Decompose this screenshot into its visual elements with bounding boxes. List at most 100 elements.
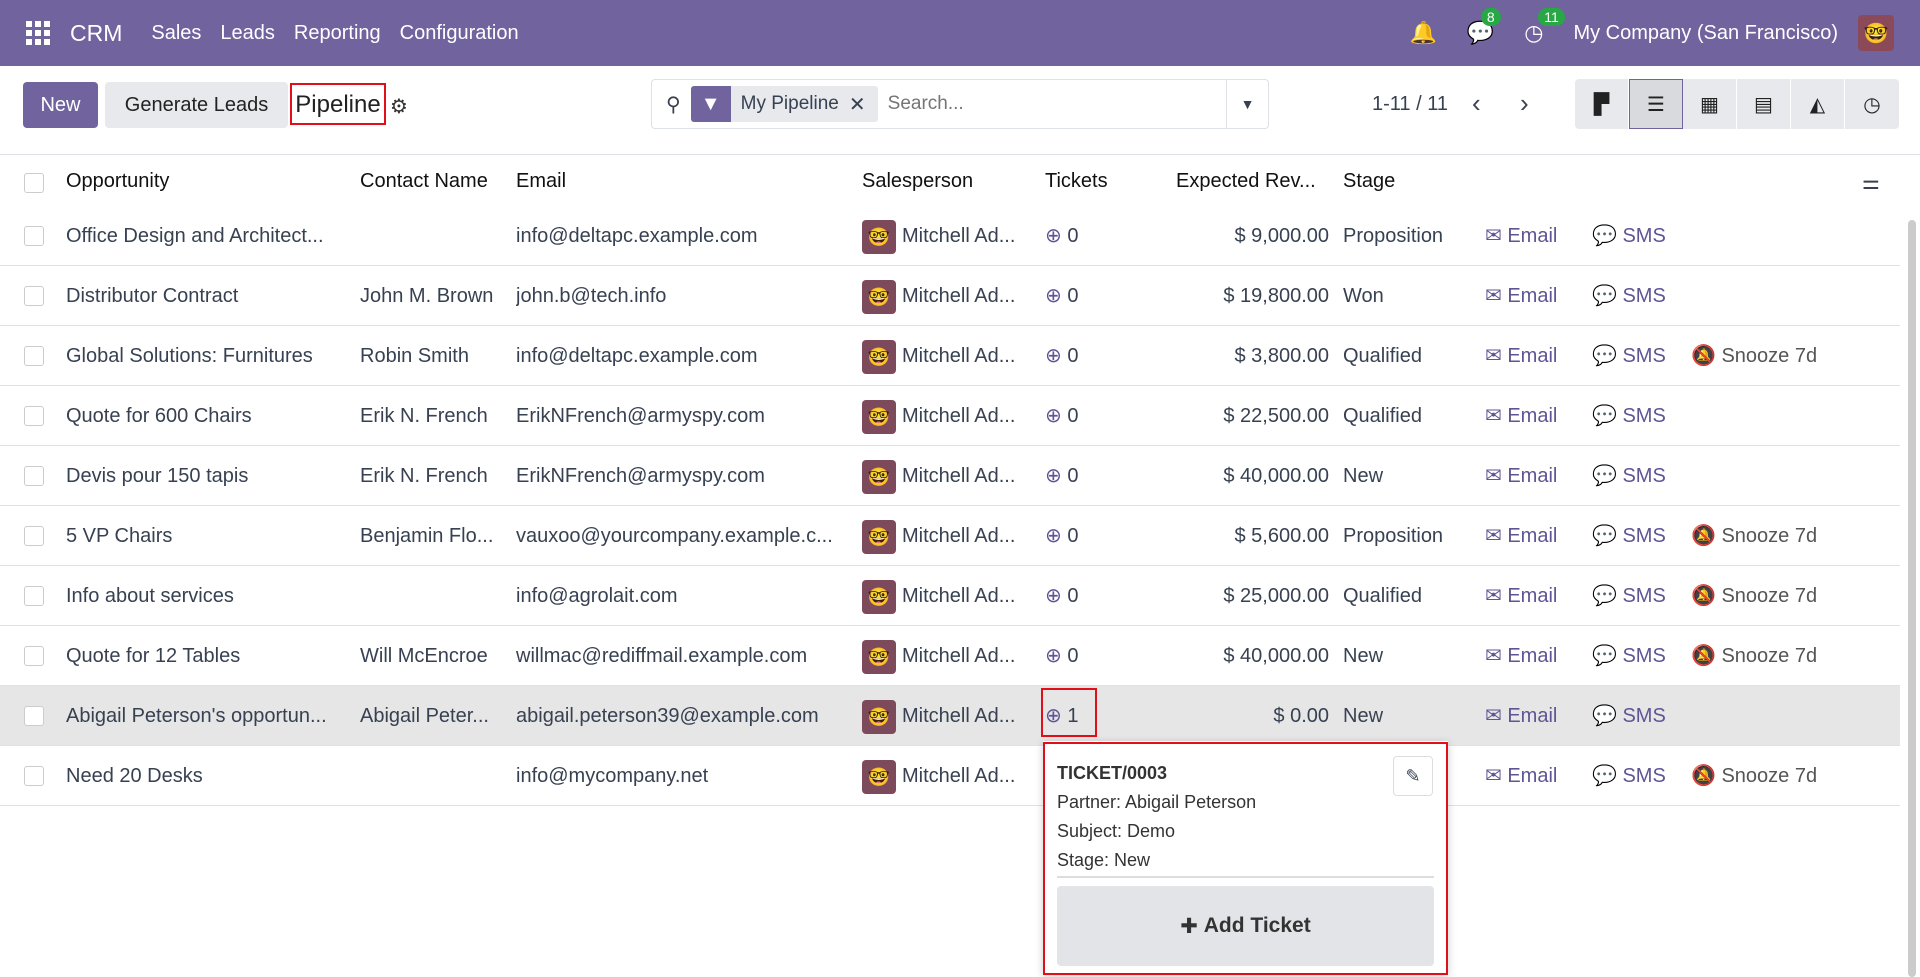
lifebuoy-icon: ⊕ (1045, 525, 1062, 547)
row-checkbox[interactable] (24, 586, 44, 606)
pager-value[interactable]: 1-11 / 11 (1372, 93, 1448, 116)
snooze-action[interactable]: 🔕 Snooze 7d (1691, 566, 1817, 626)
select-all-checkbox[interactable] (24, 173, 44, 193)
email-action[interactable]: ✉ Email (1485, 506, 1557, 566)
table-row[interactable]: Quote for 12 Tables Will McEncroe willma… (0, 626, 1900, 686)
sms-action[interactable]: 💬 SMS (1592, 626, 1666, 686)
snooze-action[interactable]: 🔕 Snooze 7d (1691, 746, 1817, 806)
sms-action[interactable]: 💬 SMS (1592, 386, 1666, 446)
tickets-cell[interactable]: ⊕ 0 (1045, 566, 1135, 626)
row-checkbox[interactable] (24, 706, 44, 726)
col-tickets[interactable]: Tickets (1045, 170, 1108, 193)
row-checkbox[interactable] (24, 406, 44, 426)
tickets-cell[interactable]: ⊕ 0 (1045, 506, 1135, 566)
table-row[interactable]: Distributor Contract John M. Brown john.… (0, 266, 1900, 326)
optional-columns-icon[interactable]: ⚌ (1862, 170, 1880, 195)
row-checkbox[interactable] (24, 466, 44, 486)
table-row[interactable]: Need 20 Desks info@mycompany.net 🤓 Mitche… (0, 746, 1900, 806)
calendar-view-icon[interactable]: ▦ (1683, 79, 1737, 129)
sms-action[interactable]: 💬 SMS (1592, 266, 1666, 326)
chat-icon: 💬 (1592, 285, 1617, 307)
opportunity-cell: Global Solutions: Furnitures (66, 345, 313, 367)
col-stage[interactable]: Stage (1343, 170, 1395, 193)
salesperson-name: Mitchell Ad... (902, 765, 1016, 787)
snooze-action[interactable]: 🔕 Snooze 7d (1691, 506, 1817, 566)
tickets-cell[interactable]: ⊕ 0 (1045, 266, 1135, 326)
sms-action[interactable]: 💬 SMS (1592, 446, 1666, 506)
activity-view-icon[interactable]: ◷ (1845, 79, 1899, 129)
sms-action[interactable]: 💬 SMS (1592, 746, 1666, 806)
email-action[interactable]: ✉ Email (1485, 446, 1557, 506)
pager-next-icon[interactable]: › (1520, 88, 1529, 119)
tickets-cell[interactable]: ⊕ 0 (1045, 326, 1135, 386)
graph-view-icon[interactable]: ◭ (1791, 79, 1845, 129)
row-checkbox[interactable] (24, 286, 44, 306)
table-row[interactable]: Global Solutions: Furnitures Robin Smith… (0, 326, 1900, 386)
chat-icon: 💬 (1592, 225, 1617, 247)
tickets-cell[interactable]: ⊕ 0 (1045, 386, 1135, 446)
row-checkbox[interactable] (24, 526, 44, 546)
email-action[interactable]: ✉ Email (1485, 386, 1557, 446)
bell-icon[interactable]: 🔔 (1409, 20, 1436, 46)
email-action[interactable]: ✉ Email (1485, 206, 1557, 266)
menu-sales[interactable]: Sales (151, 22, 201, 45)
menu-leads[interactable]: Leads (220, 22, 275, 45)
salesperson-avatar: 🤓 (862, 279, 896, 314)
gear-icon[interactable]: ⚙ (390, 94, 408, 119)
remove-facet-icon[interactable]: ✕ (849, 92, 878, 117)
company-switcher[interactable]: My Company (San Francisco) (1573, 22, 1838, 45)
col-expected-revenue[interactable]: Expected Rev... (1176, 170, 1316, 193)
user-avatar[interactable]: 🤓 (1858, 15, 1894, 51)
snooze-action[interactable]: 🔕 Snooze 7d (1691, 326, 1817, 386)
email-action[interactable]: ✉ Email (1485, 266, 1557, 326)
activity-clock-icon[interactable]: ◷ 11 (1524, 8, 1565, 46)
table-row[interactable]: Devis pour 150 tapis Erik N. French Erik… (0, 446, 1900, 506)
pager-previous-icon[interactable]: ‹ (1472, 88, 1481, 119)
pivot-view-icon[interactable]: ▤ (1737, 79, 1791, 129)
sms-action[interactable]: 💬 SMS (1592, 686, 1666, 746)
col-salesperson[interactable]: Salesperson (862, 170, 973, 193)
sms-action[interactable]: 💬 SMS (1592, 206, 1666, 266)
row-checkbox[interactable] (24, 226, 44, 246)
sms-action[interactable]: 💬 SMS (1592, 506, 1666, 566)
email-action[interactable]: ✉ Email (1485, 326, 1557, 386)
row-checkbox[interactable] (24, 646, 44, 666)
row-checkbox[interactable] (24, 346, 44, 366)
revenue-cell: $ 22,500.00 (1223, 405, 1329, 427)
sms-action[interactable]: 💬 SMS (1592, 326, 1666, 386)
menu-configuration[interactable]: Configuration (400, 22, 519, 45)
col-opportunity[interactable]: Opportunity (66, 170, 169, 193)
generate-leads-button[interactable]: Generate Leads (105, 82, 288, 128)
salesperson-name: Mitchell Ad... (902, 345, 1016, 367)
lifebuoy-icon: ⊕ (1045, 585, 1062, 607)
new-button[interactable]: New (23, 82, 98, 128)
search-options-toggle[interactable]: ▼ (1226, 80, 1268, 128)
vertical-scrollbar[interactable] (1908, 220, 1916, 977)
col-contact[interactable]: Contact Name (360, 170, 488, 193)
messages-icon[interactable]: 💬 8 (1467, 8, 1501, 46)
row-checkbox[interactable] (24, 766, 44, 786)
table-row[interactable]: Info about services info@agrolait.com 🤓 M… (0, 566, 1900, 626)
col-email[interactable]: Email (516, 170, 566, 193)
table-row[interactable]: Abigail Peterson's opportun... Abigail P… (0, 686, 1900, 746)
kanban-view-icon[interactable]: ▛ (1575, 79, 1629, 129)
email-action[interactable]: ✉ Email (1485, 686, 1557, 746)
email-action[interactable]: ✉ Email (1485, 626, 1557, 686)
app-brand[interactable]: CRM (70, 20, 122, 47)
menu-reporting[interactable]: Reporting (294, 22, 381, 45)
tickets-cell[interactable]: ⊕ 0 (1045, 206, 1135, 266)
table-row[interactable]: Quote for 600 Chairs Erik N. French Erik… (0, 386, 1900, 446)
email-action[interactable]: ✉ Email (1485, 566, 1557, 626)
search-icon[interactable]: ⚲ (666, 92, 681, 117)
tickets-cell[interactable]: ⊕ 0 (1045, 626, 1135, 686)
salesperson-cell: 🤓 Mitchell Ad... (862, 446, 1032, 506)
search-input[interactable] (887, 93, 1188, 115)
email-action[interactable]: ✉ Email (1485, 746, 1557, 806)
apps-menu-icon[interactable] (26, 21, 50, 45)
table-row[interactable]: 5 VP Chairs Benjamin Flo... vauxoo@yourc… (0, 506, 1900, 566)
tickets-cell[interactable]: ⊕ 0 (1045, 446, 1135, 506)
snooze-action[interactable]: 🔕 Snooze 7d (1691, 626, 1817, 686)
list-view-icon[interactable]: ☰ (1629, 79, 1683, 129)
table-row[interactable]: Office Design and Architect... info@delt… (0, 206, 1900, 266)
sms-action[interactable]: 💬 SMS (1592, 566, 1666, 626)
